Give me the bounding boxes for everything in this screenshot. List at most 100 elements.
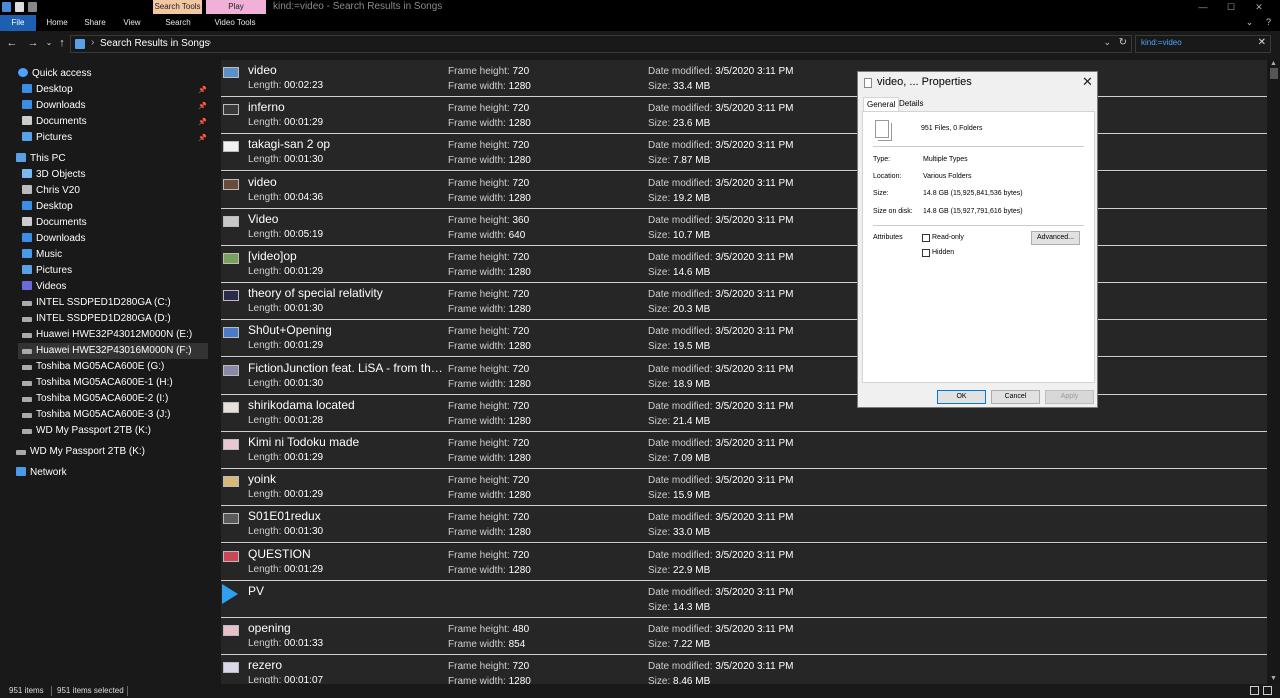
file-row[interactable]: rezero Length: 00:01:07 Frame height: 720 F…: [221, 655, 1267, 684]
close-button[interactable]: ✕: [1246, 0, 1272, 15]
nav-item-desktop-pc[interactable]: Desktop: [22, 199, 73, 215]
scroll-up-icon[interactable]: ▲: [1270, 60, 1277, 67]
advanced-button[interactable]: Advanced...: [1031, 231, 1080, 245]
nav-item-pictures[interactable]: Pictures: [22, 130, 72, 146]
forward-button[interactable]: →: [26, 36, 40, 50]
address-bar[interactable]: › Search Results in Songs › ⌄ ↻: [70, 35, 1132, 53]
tab-details[interactable]: Details: [896, 97, 926, 111]
nav-drive-e[interactable]: Huawei HWE32P43012M000N (E:): [22, 327, 192, 343]
nav-drive-g[interactable]: Toshiba MG05ACA600E (G:): [22, 359, 164, 375]
breadcrumb[interactable]: Search Results in Songs: [100, 38, 210, 49]
search-input[interactable]: kind:=video ✕: [1135, 35, 1271, 53]
file-size-label: Size:: [648, 304, 671, 316]
back-button[interactable]: ←: [5, 36, 19, 50]
tab-home[interactable]: Home: [40, 15, 74, 31]
date-modified-value: 3/5/2020 3:11 PM: [715, 363, 794, 375]
nav-item-desktop[interactable]: Desktop: [22, 82, 73, 98]
nav-drive-k[interactable]: WD My Passport 2TB (K:): [22, 423, 151, 439]
nav-item-downloads[interactable]: Downloads: [22, 98, 85, 114]
up-button[interactable]: ↑: [55, 36, 69, 50]
hidden-checkbox[interactable]: [922, 249, 930, 257]
size-label: Size:: [873, 190, 889, 197]
refresh-icon[interactable]: ↻: [1119, 37, 1127, 48]
file-row[interactable]: takagi-san 2 op Length: 00:01:30 Frame hei…: [221, 134, 1267, 172]
nav-item-3d-objects[interactable]: 3D Objects: [22, 167, 85, 183]
file-row[interactable]: inferno Length: 00:01:29 Frame height: 720…: [221, 97, 1267, 135]
file-row[interactable]: video Length: 00:02:23 Frame height: 720 Fr…: [221, 60, 1267, 97]
chevron-right-icon[interactable]: ›: [208, 37, 211, 48]
help-icon[interactable]: ?: [1263, 17, 1274, 28]
tab-general[interactable]: General: [863, 97, 900, 112]
tab-share[interactable]: Share: [80, 15, 110, 31]
nav-drive-c[interactable]: INTEL SSDPED1D280GA (C:): [22, 295, 171, 311]
folder-icon[interactable]: [2, 2, 11, 12]
file-row[interactable]: Video Length: 00:05:19 Frame height: 360 Fr…: [221, 208, 1267, 246]
maximize-button[interactable]: ☐: [1218, 0, 1244, 15]
nav-drive-f[interactable]: Huawei HWE32P43016M000N (F:): [18, 343, 208, 359]
scroll-thumb[interactable]: [1270, 68, 1278, 79]
chevron-down-icon[interactable]: ⌄: [1103, 37, 1111, 48]
expand-ribbon-icon[interactable]: ⌄: [1244, 17, 1255, 28]
ok-button[interactable]: OK: [937, 390, 986, 404]
tab-video-tools[interactable]: Video Tools: [210, 15, 260, 31]
file-row[interactable]: QUESTION Length: 00:01:29 Frame height: 72…: [221, 543, 1267, 581]
frame-width: Frame width: 1280: [448, 118, 531, 129]
pin-icon[interactable]: 📌: [198, 134, 207, 142]
file-row[interactable]: yoink Length: 00:01:29 Frame height: 720 Fr…: [221, 469, 1267, 507]
contextual-tab-play[interactable]: Play: [206, 0, 266, 14]
nav-item-downloads-pc[interactable]: Downloads: [22, 231, 85, 247]
new-folder-icon[interactable]: [28, 2, 37, 12]
nav-item-chris-v20[interactable]: Chris V20: [22, 183, 80, 199]
file-row[interactable]: opening Length: 00:01:33 Frame height: 480…: [221, 618, 1267, 655]
file-length-value: 00:01:28: [284, 414, 324, 426]
date-modified: Date modified: 3/5/2020 3:11 PM: [648, 215, 793, 226]
file-row[interactable]: video Length: 00:04:36 Frame height: 720 Fr…: [221, 171, 1267, 209]
nav-item-documents[interactable]: Documents: [22, 114, 87, 130]
nav-drive-h[interactable]: Toshiba MG05ACA600E-1 (H:): [22, 375, 173, 391]
file-row[interactable]: Sh0ut+Opening Length: 00:01:29 Frame heigh…: [221, 320, 1267, 358]
scroll-down-icon[interactable]: ▼: [1270, 675, 1277, 682]
file-row[interactable]: theory of special relativity Length: 00:0…: [221, 283, 1267, 321]
read-only-checkbox[interactable]: [922, 234, 930, 242]
nav-item-videos[interactable]: Videos: [22, 279, 66, 295]
file-row[interactable]: [video]op Length: 00:01:29 Frame height: 7…: [221, 246, 1267, 283]
file-row[interactable]: shirikodama located Length: 00:01:28 Frame…: [221, 394, 1267, 432]
nav-passport[interactable]: WD My Passport 2TB (K:): [16, 444, 145, 460]
minimize-button[interactable]: —: [1190, 0, 1216, 15]
nav-drive-d[interactable]: INTEL SSDPED1D280GA (D:): [22, 311, 171, 327]
nav-item-documents-pc[interactable]: Documents: [22, 215, 87, 231]
tab-search[interactable]: Search: [160, 15, 196, 31]
large-icons-view-icon[interactable]: [1263, 686, 1272, 695]
nav-drive-j[interactable]: Toshiba MG05ACA600E-3 (J:): [22, 407, 171, 423]
close-icon[interactable]: ✕: [1258, 37, 1266, 48]
scrollbar[interactable]: ▲ ▼: [1268, 60, 1280, 684]
file-row[interactable]: S01E01redux Length: 00:01:30 Frame height:…: [221, 506, 1267, 544]
nav-drive-i[interactable]: Toshiba MG05ACA600E-2 (I:): [22, 391, 168, 407]
drive-icon: [22, 301, 32, 306]
tab-file[interactable]: File: [0, 15, 36, 31]
nav-this-pc[interactable]: This PC: [16, 151, 66, 167]
file-row[interactable]: FictionJunction feat. LiSA - from the...…: [221, 357, 1267, 395]
recent-locations-icon[interactable]: ⌄: [42, 36, 56, 50]
details-view-icon[interactable]: [1250, 686, 1259, 695]
cancel-button[interactable]: Cancel: [991, 390, 1040, 404]
tab-view[interactable]: View: [118, 15, 146, 31]
nav-item-music[interactable]: Music: [22, 247, 62, 263]
file-row[interactable]: PV Date modified: 3/5/2020 3:11 PM Size: 1…: [221, 580, 1267, 618]
search-query[interactable]: kind:=video: [1141, 38, 1182, 47]
contextual-tab-search-tools[interactable]: Search Tools: [153, 0, 202, 14]
frame-width-label: Frame width:: [448, 527, 506, 539]
close-icon[interactable]: ✕: [1082, 74, 1093, 90]
chevron-right-icon[interactable]: ›: [91, 37, 94, 48]
file-length: Length: 00:01:29: [248, 340, 323, 351]
pin-icon[interactable]: 📌: [198, 86, 207, 94]
pin-icon[interactable]: 📌: [198, 102, 207, 110]
apply-button[interactable]: Apply: [1045, 390, 1094, 404]
nav-network[interactable]: Network: [16, 465, 67, 481]
nav-quick-access[interactable]: Quick access: [18, 66, 91, 82]
nav-item-pictures-pc[interactable]: Pictures: [22, 263, 72, 279]
pin-icon[interactable]: 📌: [198, 118, 207, 126]
properties-icon[interactable]: [15, 2, 24, 12]
file-row[interactable]: Kimi ni Todoku made Length: 00:01:29 Frame…: [221, 432, 1267, 469]
ribbon-tabs: File Home Share View Search Video Tools …: [0, 15, 1280, 31]
